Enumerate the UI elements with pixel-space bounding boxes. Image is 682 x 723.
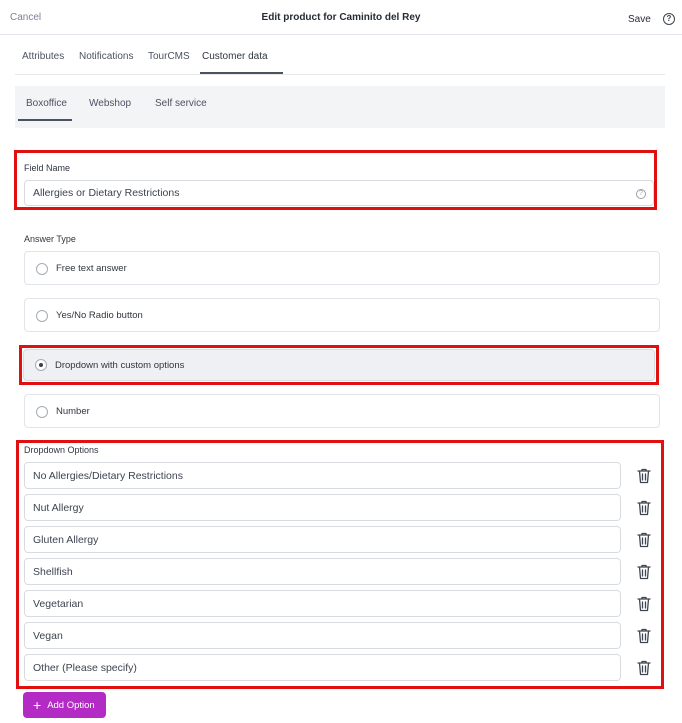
tab-customer-data[interactable]: Customer data — [202, 51, 268, 62]
dropdown-option-input[interactable]: No Allergies/Dietary Restrictions — [24, 462, 621, 489]
radio-icon[interactable] — [36, 406, 48, 418]
dropdown-option-value: Gluten Allergy — [33, 533, 99, 546]
answer-option-label: Dropdown with custom options — [55, 360, 185, 371]
dropdown-option-input[interactable]: Shellfish — [24, 558, 621, 585]
trash-icon[interactable] — [637, 468, 651, 484]
answer-option-label: Free text answer — [56, 263, 127, 274]
active-tab-indicator — [200, 72, 283, 74]
trash-icon[interactable] — [637, 628, 651, 644]
main-tabs: Attributes Notifications TourCMS Custome… — [15, 40, 665, 75]
add-option-label: Add Option — [47, 699, 95, 711]
trash-icon[interactable] — [637, 660, 651, 676]
trash-icon[interactable] — [637, 596, 651, 612]
subtab-boxoffice[interactable]: Boxoffice — [26, 98, 67, 109]
dropdown-option-input[interactable]: Other (Please specify) — [24, 654, 621, 681]
answer-option-yes-no[interactable]: Yes/No Radio button — [24, 298, 660, 332]
top-bar: Cancel Edit product for Caminito del Rey… — [0, 0, 682, 35]
answer-type-label: Answer Type — [24, 234, 76, 244]
dropdown-option-value: Vegetarian — [33, 597, 84, 610]
answer-option-number[interactable]: Number — [24, 394, 660, 428]
subtab-webshop[interactable]: Webshop — [89, 98, 131, 109]
answer-option-free-text[interactable]: Free text answer — [24, 251, 660, 285]
trash-icon[interactable] — [637, 564, 651, 580]
active-subtab-indicator — [18, 119, 72, 121]
dropdown-option-value: Nut Allergy — [33, 501, 84, 514]
help-icon[interactable]: ? — [663, 13, 675, 25]
answer-option-dropdown[interactable]: Dropdown with custom options — [23, 349, 655, 381]
page-title: Edit product for Caminito del Rey — [261, 12, 421, 23]
add-option-button[interactable]: + Add Option — [23, 692, 106, 718]
answer-option-label: Yes/No Radio button — [56, 310, 143, 321]
dropdown-option-value: No Allergies/Dietary Restrictions — [33, 469, 183, 482]
dropdown-option-value: Shellfish — [33, 565, 73, 578]
trash-icon[interactable] — [637, 532, 651, 548]
radio-selected-icon[interactable] — [35, 359, 47, 371]
field-name-input[interactable]: Allergies or Dietary Restrictions ? — [24, 180, 654, 206]
plus-icon: + — [33, 697, 42, 713]
field-name-label: Field Name — [24, 163, 71, 173]
dropdown-option-input[interactable]: Gluten Allergy — [24, 526, 621, 553]
trash-icon[interactable] — [637, 500, 651, 516]
subtab-self-service[interactable]: Self service — [155, 98, 207, 109]
answer-option-label: Number — [56, 406, 90, 417]
field-help-icon[interactable]: ? — [636, 189, 646, 199]
dropdown-option-input[interactable]: Nut Allergy — [24, 494, 621, 521]
save-button[interactable]: Save — [628, 14, 651, 25]
tab-tourcms[interactable]: TourCMS — [148, 51, 190, 62]
tab-notifications[interactable]: Notifications — [79, 51, 133, 62]
radio-icon[interactable] — [36, 263, 48, 275]
sub-tabs: Boxoffice Webshop Self service — [15, 86, 665, 128]
dropdown-option-input[interactable]: Vegetarian — [24, 590, 621, 617]
dropdown-options-label: Dropdown Options — [24, 445, 99, 455]
dropdown-option-value: Other (Please specify) — [33, 661, 137, 674]
dropdown-option-input[interactable]: Vegan — [24, 622, 621, 649]
field-name-value: Allergies or Dietary Restrictions — [33, 187, 180, 199]
dropdown-option-value: Vegan — [33, 629, 63, 642]
radio-icon[interactable] — [36, 310, 48, 322]
tab-attributes[interactable]: Attributes — [22, 51, 64, 62]
